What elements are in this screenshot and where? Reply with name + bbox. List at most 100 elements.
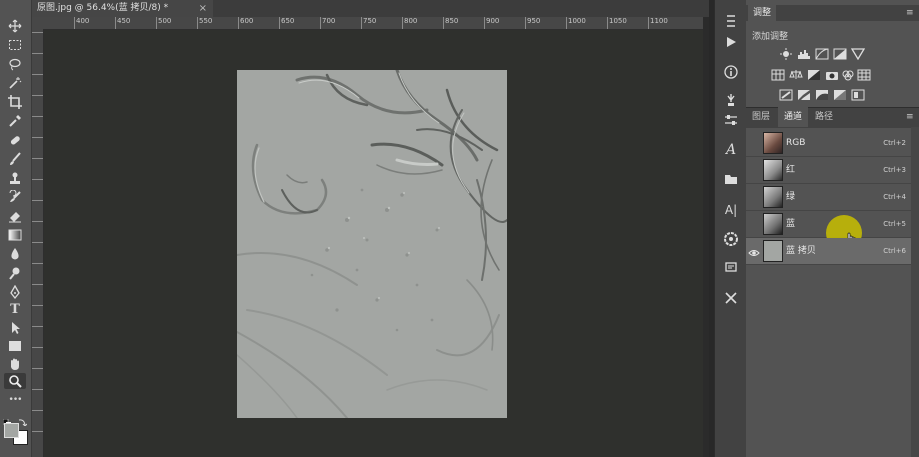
history-icon[interactable]	[721, 12, 741, 30]
adjustments-panel-menu-icon[interactable]: ≡	[906, 8, 916, 18]
ruler-tick	[197, 17, 198, 29]
ruler-label: 1050	[609, 17, 627, 25]
channel-shortcut: Ctrl+2	[883, 139, 906, 147]
lasso-tool-icon[interactable]	[4, 56, 26, 72]
ruler-tick	[31, 74, 43, 75]
close-tab-icon[interactable]: ×	[199, 0, 207, 17]
color-lookup-icon[interactable]	[857, 66, 871, 81]
ruler-tick	[31, 431, 43, 432]
eyedropper-tool-icon[interactable]	[4, 113, 26, 129]
levels-icon[interactable]	[797, 45, 811, 59]
channels-panel-menu-icon[interactable]: ≡	[906, 112, 916, 122]
visibility-eye-icon[interactable]	[748, 244, 760, 256]
ruler-tick	[115, 17, 116, 29]
path-selection-tool-icon[interactable]	[4, 320, 26, 336]
canvas-vertical-scrollbar[interactable]	[703, 17, 709, 457]
foreground-color-swatch[interactable]	[4, 423, 19, 438]
properties-icon[interactable]	[721, 258, 741, 276]
rectangle-tool-icon[interactable]	[4, 338, 26, 354]
visibility-toggle[interactable]	[748, 136, 760, 148]
tab-channels[interactable]: 通道	[778, 107, 808, 127]
posterize-icon[interactable]	[797, 86, 811, 100]
ruler-tick	[31, 389, 43, 390]
channel-row-blue-copy[interactable]: 蓝 拷贝 Ctrl+6	[746, 238, 911, 265]
channel-shortcut: Ctrl+4	[883, 193, 906, 201]
actions-icon[interactable]	[721, 33, 741, 51]
default-colors-icon[interactable]	[2, 412, 11, 427]
channel-row-red[interactable]: 红 Ctrl+3	[746, 157, 911, 184]
gradient-map-icon[interactable]	[833, 86, 847, 100]
zoom-tool-icon[interactable]	[4, 373, 26, 389]
threshold-icon[interactable]	[815, 86, 829, 100]
color-balance-icon[interactable]	[789, 66, 803, 79]
channel-row-green[interactable]: 绿 Ctrl+4	[746, 184, 911, 211]
document-tab[interactable]: 原图.jpg @ 56.4%(蓝 拷贝/8) * ×	[31, 0, 213, 17]
libraries-icon[interactable]	[721, 289, 741, 307]
channels-panel-scrollbar[interactable]	[911, 127, 919, 457]
move-tool-icon[interactable]	[4, 18, 26, 34]
gradient-tool-icon[interactable]	[4, 227, 26, 243]
ruler-tick	[31, 95, 43, 96]
visibility-toggle[interactable]	[748, 190, 760, 202]
blur-tool-icon[interactable]	[4, 246, 26, 262]
color-wheel-icon[interactable]	[721, 230, 741, 248]
ruler-tick	[525, 17, 526, 29]
channel-row-rgb[interactable]: RGB Ctrl+2	[746, 130, 911, 157]
channel-mixer-icon[interactable]	[841, 66, 855, 81]
ruler-tick	[566, 17, 567, 29]
clone-stamp-tool-icon[interactable]	[4, 170, 26, 186]
marquee-tool-icon[interactable]	[4, 37, 26, 53]
horizontal-ruler[interactable]: 400 450 500 550 600 650 700 750 800 850 900 950 1000…	[43, 17, 709, 30]
pen-tool-icon[interactable]	[4, 284, 26, 300]
healing-brush-tool-icon[interactable]	[4, 132, 26, 148]
tool-presets-icon[interactable]	[721, 111, 741, 129]
ruler-tick	[31, 116, 43, 117]
visibility-toggle[interactable]	[748, 163, 760, 175]
ruler-label: 850	[445, 17, 459, 25]
document-tab-bar: 原图.jpg @ 56.4%(蓝 拷贝/8) * ×	[31, 0, 709, 18]
brush-settings-icon[interactable]	[721, 91, 741, 109]
adjustments-tab[interactable]: 调整	[748, 5, 776, 21]
crop-tool-icon[interactable]	[4, 94, 26, 110]
dodge-tool-icon[interactable]	[4, 265, 26, 281]
photo-filter-icon[interactable]	[825, 66, 839, 80]
brush-tool-icon[interactable]	[4, 151, 26, 167]
document-canvas-image[interactable]	[237, 70, 507, 418]
ruler-label: 750	[363, 17, 377, 25]
vertical-ruler[interactable]	[31, 29, 44, 457]
layer-comps-icon[interactable]	[721, 170, 741, 188]
hand-tool-icon[interactable]	[4, 356, 26, 372]
tab-paths[interactable]: 路径	[810, 107, 838, 127]
ruler-tick	[31, 326, 43, 327]
ruler-tick	[31, 368, 43, 369]
character-icon[interactable]: A	[721, 141, 741, 159]
hue-saturation-icon[interactable]	[771, 66, 785, 81]
ruler-tick	[361, 17, 362, 29]
eraser-tool-icon[interactable]	[4, 208, 26, 224]
ruler-tick	[156, 17, 157, 29]
channel-thumbnail	[763, 159, 783, 181]
ruler-tick	[31, 53, 43, 54]
paragraph-icon[interactable]: A|	[721, 201, 741, 219]
selective-color-icon[interactable]	[851, 86, 865, 101]
curves-icon[interactable]	[815, 45, 829, 60]
info-icon[interactable]	[721, 63, 741, 81]
invert-icon[interactable]	[779, 86, 793, 101]
type-tool-icon[interactable]: T	[4, 301, 26, 317]
visibility-toggle[interactable]	[748, 217, 760, 229]
tab-layers[interactable]: 图层	[747, 107, 775, 127]
channel-thumbnail	[763, 240, 783, 262]
swap-colors-icon[interactable]	[18, 411, 28, 427]
ruler-corner[interactable]	[31, 17, 43, 29]
ruler-tick	[31, 263, 43, 264]
ruler-label: 450	[117, 17, 131, 25]
brightness-contrast-icon[interactable]	[779, 45, 793, 60]
vibrance-icon[interactable]	[850, 45, 866, 61]
ruler-tick	[443, 17, 444, 29]
black-white-icon[interactable]	[807, 66, 821, 80]
more-tools-icon[interactable]: •••	[4, 392, 26, 408]
history-brush-tool-icon[interactable]	[4, 189, 26, 205]
magic-wand-tool-icon[interactable]	[4, 75, 26, 91]
channel-name: 红	[786, 165, 796, 175]
exposure-icon[interactable]	[833, 45, 847, 60]
